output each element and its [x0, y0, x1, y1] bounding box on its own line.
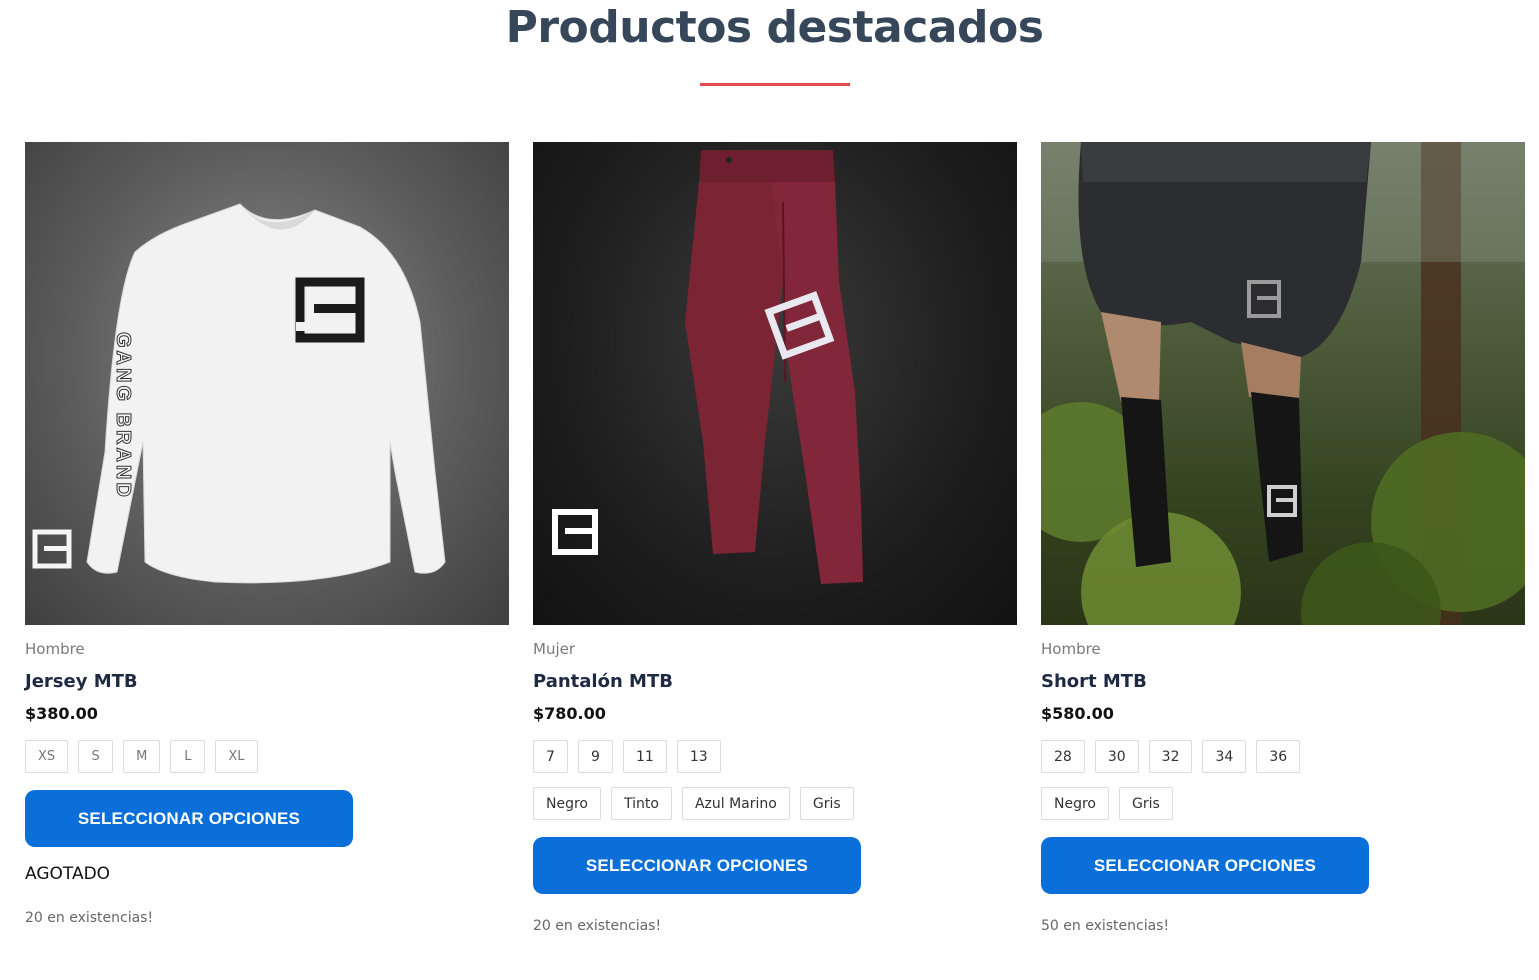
- stock-label: 20 en existencias!: [533, 918, 662, 934]
- product-price: $380.00: [25, 704, 98, 723]
- color-option[interactable]: Negro: [1041, 787, 1109, 820]
- product-image-jersey[interactable]: GANG BRAND: [25, 142, 509, 625]
- color-option[interactable]: Azul Marino: [681, 787, 790, 820]
- size-option[interactable]: 36: [1256, 740, 1301, 773]
- product-card-pants: Mujer Pantalón MTB $780.00 7 9 11 13 Neg…: [533, 142, 1017, 934]
- jersey-illustration: GANG BRAND: [32, 203, 446, 584]
- product-category[interactable]: Hombre: [25, 640, 509, 660]
- color-option[interactable]: Tinto: [611, 787, 672, 820]
- size-option[interactable]: 9: [578, 740, 613, 773]
- color-option[interactable]: Negro: [533, 787, 601, 820]
- size-option[interactable]: 28: [1041, 740, 1085, 773]
- size-option[interactable]: XS: [25, 740, 69, 773]
- product-name[interactable]: Jersey MTB: [25, 671, 509, 695]
- short-illustration: [1041, 142, 1525, 625]
- size-option[interactable]: M: [123, 740, 161, 773]
- color-options: Negro Gris: [1041, 787, 1525, 820]
- size-option[interactable]: S: [78, 740, 114, 773]
- stock-label: 50 en existencias!: [1041, 918, 1170, 934]
- size-options: 7 9 11 13: [533, 740, 1017, 773]
- pants-illustration: [552, 150, 863, 584]
- product-name[interactable]: Pantalón MTB: [533, 671, 1017, 695]
- size-option[interactable]: XL: [215, 740, 258, 773]
- select-options-button[interactable]: SELECCIONAR OPCIONES: [25, 790, 353, 847]
- size-option[interactable]: 11: [623, 740, 667, 773]
- section-title: Productos destacados: [505, 2, 1044, 53]
- size-option[interactable]: 13: [676, 740, 721, 773]
- size-options: 28 30 32 34 36: [1041, 740, 1525, 773]
- out-of-stock-label: AGOTADO: [25, 864, 111, 884]
- size-option[interactable]: 30: [1094, 740, 1139, 773]
- product-category[interactable]: Mujer: [533, 640, 1017, 660]
- color-option[interactable]: Gris: [799, 787, 854, 820]
- product-card-jersey: GANG BRAND Hombre Jersey MTB $380.00 XS …: [25, 142, 509, 926]
- size-option[interactable]: 34: [1202, 740, 1247, 773]
- size-option[interactable]: 32: [1148, 740, 1193, 773]
- color-options: Negro Tinto Azul Marino Gris: [533, 787, 1017, 820]
- svg-text:GANG BRAND: GANG BRAND: [112, 332, 134, 500]
- size-options: XS S M L XL: [25, 740, 509, 773]
- title-underline: [700, 83, 850, 86]
- select-options-button[interactable]: SELECCIONAR OPCIONES: [533, 837, 861, 894]
- product-price: $580.00: [1041, 704, 1114, 723]
- product-category[interactable]: Hombre: [1041, 640, 1525, 660]
- product-image-short[interactable]: [1041, 142, 1525, 625]
- stock-label: 20 en existencias!: [25, 910, 154, 926]
- size-option[interactable]: L: [170, 740, 206, 773]
- product-price: $780.00: [533, 704, 606, 723]
- color-option[interactable]: Gris: [1119, 787, 1173, 820]
- product-name[interactable]: Short MTB: [1041, 671, 1525, 695]
- size-option[interactable]: 7: [533, 740, 568, 773]
- select-options-button[interactable]: SELECCIONAR OPCIONES: [1041, 837, 1369, 894]
- product-card-short: Hombre Short MTB $580.00 28 30 32 34 36 …: [1041, 142, 1525, 934]
- product-image-pants[interactable]: [533, 142, 1017, 625]
